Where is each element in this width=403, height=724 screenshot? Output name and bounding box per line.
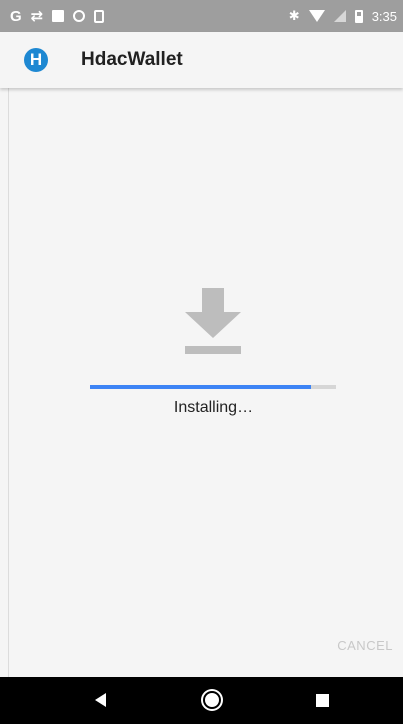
google-icon: G	[10, 7, 22, 25]
download-icon	[185, 288, 241, 354]
back-icon[interactable]	[95, 693, 106, 707]
navigation-bar	[0, 677, 403, 724]
status-left-icons: G ⇄	[10, 7, 105, 25]
recents-icon[interactable]	[316, 694, 329, 707]
status-bar: G ⇄ ✱ 3:35	[0, 0, 403, 32]
install-progress-bar	[90, 385, 336, 389]
phone-icon	[94, 9, 105, 23]
install-status-text: Installing…	[173, 399, 254, 416]
home-icon[interactable]	[203, 691, 221, 709]
screen: G ⇄ ✱ 3:35 H HdacWallet Installing… CANC…	[0, 0, 403, 724]
status-time: 3:35	[371, 8, 397, 24]
install-content: Installing… CANCEL	[0, 88, 403, 677]
install-progress-fill	[90, 385, 312, 389]
wifi-icon	[308, 10, 325, 22]
status-right-icons: ✱ 3:35	[289, 8, 397, 24]
transfer-icon: ⇄	[30, 7, 44, 25]
bluetooth-icon: ✱	[288, 8, 300, 23]
app-bar: H HdacWallet	[0, 32, 403, 88]
battery-icon	[354, 9, 363, 23]
signal-icon	[333, 10, 346, 22]
app-title: HdacWallet	[81, 49, 183, 70]
hdac-logo-icon: H	[24, 48, 48, 72]
circle-icon	[73, 10, 86, 22]
image-icon	[52, 10, 65, 22]
cancel-button[interactable]: CANCEL	[337, 638, 393, 653]
